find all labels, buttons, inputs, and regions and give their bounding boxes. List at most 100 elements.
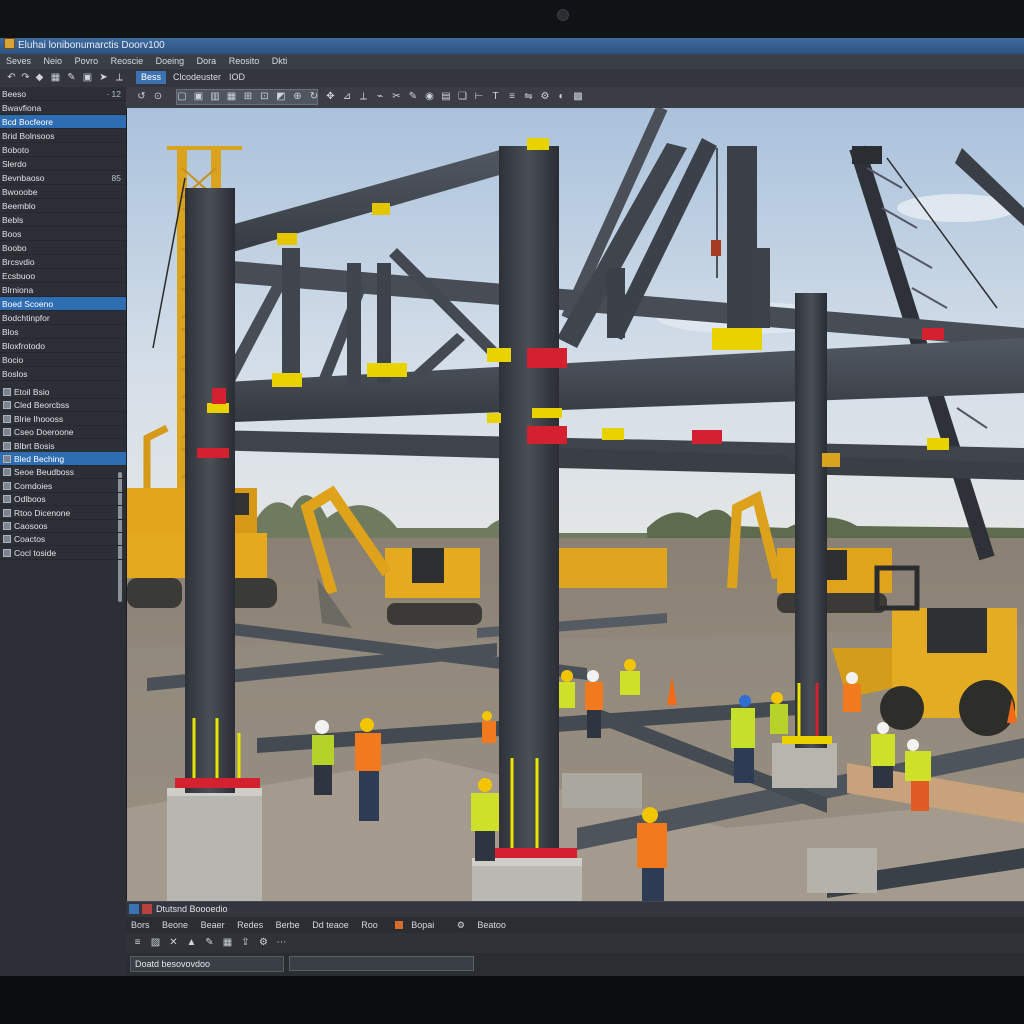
tab-roo[interactable]: Roo	[361, 920, 378, 930]
list-icon[interactable]: ≡	[132, 937, 143, 948]
more-icon[interactable]: ⋯	[276, 937, 287, 948]
sidebar-item[interactable]: Bcd Bocfeore	[0, 115, 126, 129]
menu-item-edit[interactable]: Neio	[44, 56, 63, 66]
sidebar-item[interactable]: Brid Bolnsoos	[0, 129, 126, 143]
measure-icon[interactable]: ⟂	[114, 72, 125, 83]
tab-redes[interactable]: Redes	[237, 920, 263, 930]
menu-item-data[interactable]: Dora	[197, 56, 217, 66]
pen-icon[interactable]: ✎	[66, 72, 77, 83]
menu-item-file[interactable]: Seves	[6, 56, 31, 66]
mirror-icon[interactable]: ⇋	[523, 91, 534, 102]
brace-icon[interactable]: ⊞	[243, 91, 254, 102]
sidebar-item[interactable]: Bevnbaoso 85	[0, 171, 126, 185]
view-icon[interactable]: ◐	[556, 91, 567, 102]
settings-icon[interactable]: ⚙	[540, 91, 551, 102]
menu-item-drawing[interactable]: Doeing	[156, 56, 185, 66]
layer-icon[interactable]: ◩	[276, 91, 287, 102]
sidebar-item[interactable]: Boobo	[0, 241, 126, 255]
sidebar-item[interactable]: Bloxfrotodo	[0, 339, 126, 353]
render-icon[interactable]: ▩	[573, 91, 584, 102]
tab-bors[interactable]: Bors	[131, 920, 150, 930]
sidebar-subitem[interactable]: Cled Beorcbss	[0, 398, 126, 413]
node-icon[interactable]: ◉	[424, 91, 435, 102]
tab-bess[interactable]: Bess	[136, 71, 167, 84]
sidebar-subitem[interactable]: Seoe Beudboss	[0, 465, 126, 480]
sidebar-subitem[interactable]: Odlboos	[0, 492, 126, 507]
sidebar-item[interactable]: Boboto	[0, 143, 126, 157]
redo-icon[interactable]: ↷	[20, 72, 31, 83]
cut-icon[interactable]: ✂	[391, 91, 402, 102]
column-icon[interactable]: ▦	[226, 91, 237, 102]
sidebar-subitem[interactable]: Blrie Ihoooss	[0, 412, 126, 426]
sidebar-subitem[interactable]: Coactos	[0, 532, 126, 547]
sidebar-subitem[interactable]: Rtoo Dicenone	[0, 506, 126, 520]
sidebar-item[interactable]: Boed Scoeno	[0, 297, 126, 311]
warning-icon[interactable]: ▲	[186, 937, 197, 948]
sidebar-item[interactable]: Bodchtinpfor	[0, 311, 126, 325]
tab-berbe[interactable]: Berbe	[276, 920, 300, 930]
close-icon[interactable]: ✕	[168, 937, 179, 948]
undo-icon[interactable]: ↶	[6, 72, 17, 83]
link-icon[interactable]: ⌁	[375, 91, 386, 102]
sidebar-item[interactable]: Slerdo	[0, 157, 126, 171]
tab-dd-teaoe[interactable]: Dd teaoe	[312, 920, 349, 930]
edit-icon[interactable]: ✎	[204, 937, 215, 948]
sidebar-item[interactable]: Bocio	[0, 353, 126, 367]
tab-clcodeuster[interactable]: Clcodeuster	[168, 71, 226, 84]
sidebar-item[interactable]: Brcsvdio	[0, 255, 126, 269]
redo-icon[interactable]: ⊙	[153, 91, 164, 102]
sidebar-item[interactable]: Bebls	[0, 213, 126, 227]
cursor-icon[interactable]: ➤	[98, 72, 109, 83]
rotate-icon[interactable]: ↻	[309, 91, 320, 102]
sidebar-subitem[interactable]: Comdoies	[0, 479, 126, 493]
export-icon[interactable]: ⇪	[240, 937, 251, 948]
layer-icon[interactable]: ◆	[34, 72, 45, 83]
sidebar-item[interactable]: Blrniona	[0, 283, 126, 297]
check-icon[interactable]: ▨	[150, 937, 161, 948]
grid-icon[interactable]: ⊡	[259, 91, 270, 102]
menu-item-insert[interactable]: Reoscie	[111, 56, 144, 66]
frame-icon[interactable]: ▣	[193, 91, 204, 102]
sidebar-item[interactable]: Beemblo	[0, 199, 126, 213]
sidebar-subitem[interactable]: Caosoos	[0, 519, 126, 533]
pan-icon[interactable]: ✥	[325, 91, 336, 102]
zoom-icon[interactable]: ⊕	[292, 91, 303, 102]
sidebar-item[interactable]: Blos	[0, 325, 126, 339]
sidebar-item[interactable]: Ecsbuoo	[0, 269, 126, 283]
section-icon[interactable]: ▤	[441, 91, 452, 102]
grid-icon[interactable]: ▦	[222, 937, 233, 948]
sidebar-item[interactable]: Bwavfiona	[0, 101, 126, 115]
box-icon[interactable]: ▢	[177, 91, 188, 102]
menu-item-results[interactable]: Reosito	[229, 56, 260, 66]
sidebar-item[interactable]: Beeso · 12	[0, 87, 126, 101]
pencil-icon[interactable]: ✎	[408, 91, 419, 102]
snap-icon[interactable]: ⊿	[342, 91, 353, 102]
select-icon[interactable]: ▦	[50, 72, 61, 83]
align-icon[interactable]: ≡	[507, 91, 518, 102]
tab-bopai[interactable]: Bopai	[390, 920, 439, 930]
tab-beone[interactable]: Beone	[162, 920, 188, 930]
beam-icon[interactable]: ▥	[210, 91, 221, 102]
sidebar-subitem[interactable]: Cocl toside	[0, 546, 126, 560]
sidebar-item[interactable]: Bwooobe	[0, 185, 126, 199]
undo-icon[interactable]: ↺	[136, 91, 147, 102]
copy-icon[interactable]: ▣	[82, 72, 93, 83]
menu-item-help[interactable]: Dkti	[272, 56, 288, 66]
menu-item-view[interactable]: Povro	[75, 56, 99, 66]
tab-beaer[interactable]: Beaer	[201, 920, 225, 930]
sidebar-item[interactable]: Boos	[0, 227, 126, 241]
copy-icon[interactable]: ❏	[457, 91, 468, 102]
tab-iod[interactable]: IOD	[224, 71, 250, 84]
measure-icon[interactable]: ⟂	[358, 91, 369, 102]
sidebar-subitem[interactable]: Cseo Doeroone	[0, 425, 126, 440]
sidebar-item[interactable]: Boslos	[0, 367, 126, 381]
3d-viewport[interactable]	[127, 108, 1024, 901]
close-panel-icon[interactable]	[142, 904, 152, 914]
sidebar-subitem[interactable]: Etoil Bsio	[0, 385, 126, 399]
settings-icon[interactable]: ⚙	[258, 937, 269, 948]
tab-beatoo[interactable]: ⚙ Beatoo	[452, 920, 511, 930]
dimension-icon[interactable]: ⊢	[474, 91, 485, 102]
sidebar-subitem[interactable]: Bled Beching	[0, 452, 126, 466]
sidebar-subitem[interactable]: Blbrt Bosis	[0, 439, 126, 453]
text-icon[interactable]: T	[490, 91, 501, 102]
